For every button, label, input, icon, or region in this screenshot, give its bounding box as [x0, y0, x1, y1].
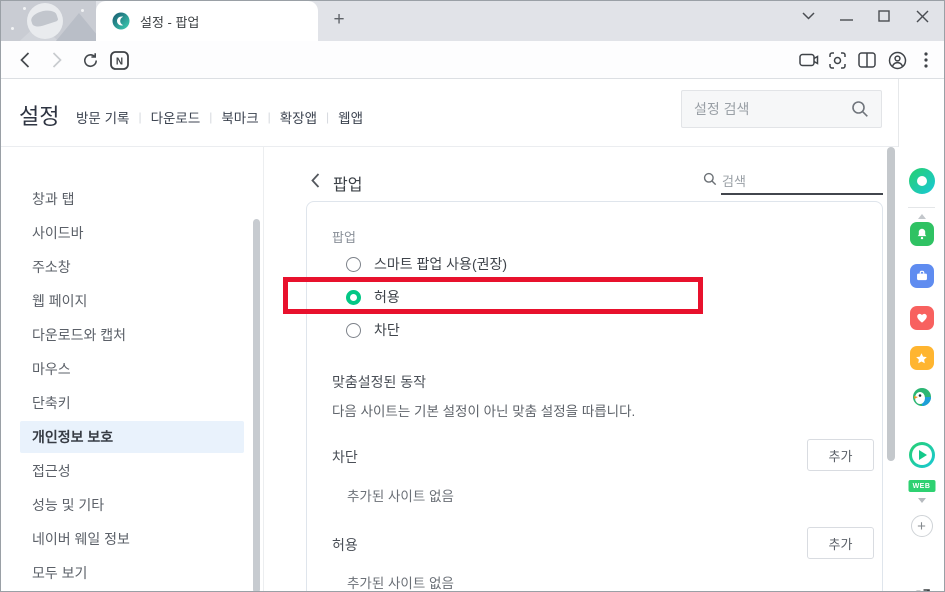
- page-title: 설정: [19, 99, 59, 131]
- whale-sidebar: WEB +: [898, 79, 944, 591]
- close-button[interactable]: [914, 8, 930, 24]
- sidebar-item-about[interactable]: 네이버 웨일 정보: [20, 523, 244, 555]
- whale-logo-icon: [112, 12, 130, 30]
- sidebar-item-addressbar[interactable]: 주소창: [20, 251, 244, 283]
- settings-body: 창과 탭 사이드바 주소창 웹 페이지 다운로드와 캡처 마우스 단축키 개인정…: [1, 147, 900, 591]
- content-scrollbar-thumb[interactable]: [887, 147, 895, 461]
- block-group-label: 차단: [332, 447, 358, 467]
- whale-logo-ring-icon[interactable]: [909, 168, 935, 194]
- web-badge-icon[interactable]: WEB: [908, 480, 935, 492]
- block-empty-text: 추가된 사이트 없음: [347, 485, 454, 505]
- radio-icon[interactable]: [346, 323, 361, 338]
- radio-option-block[interactable]: 차단: [346, 320, 400, 340]
- browser-tab[interactable]: 설정 - 팝업: [96, 1, 318, 41]
- capture-icon[interactable]: [825, 41, 849, 79]
- nav-history[interactable]: 방문 기록: [76, 107, 129, 127]
- browser-toolbar: N whale://settings/content/popups 설정 - 팝…: [1, 41, 944, 79]
- divider: |: [209, 110, 212, 124]
- profile-icon[interactable]: [885, 41, 909, 79]
- chevron-down-icon[interactable]: [800, 8, 816, 24]
- briefcase-icon[interactable]: [910, 264, 934, 288]
- content-search-input[interactable]: 검색: [722, 171, 746, 190]
- sidebar-item-view-all[interactable]: 모두 보기: [20, 557, 244, 589]
- new-tab-button[interactable]: +: [326, 7, 352, 33]
- web-badge-label: WEB: [908, 480, 935, 492]
- radio-label: 허용: [374, 287, 400, 307]
- allow-group-label: 허용: [332, 535, 358, 555]
- add-allowed-site-button[interactable]: 추가: [807, 527, 874, 559]
- sidebar-scrollbar-thumb[interactable]: [253, 219, 260, 592]
- settings-nav: 방문 기록 | 다운로드 | 북마크 | 확장앱 | 웹앱: [76, 107, 363, 127]
- naver-letter: N: [115, 56, 122, 67]
- back-button[interactable]: [15, 41, 35, 79]
- sidebar-item-webpage[interactable]: 웹 페이지: [20, 285, 244, 317]
- play-circle-icon[interactable]: [909, 442, 935, 468]
- sidebar-item-windows-tabs[interactable]: 창과 탭: [20, 183, 244, 215]
- open-external-icon[interactable]: [912, 587, 932, 592]
- custom-actions-title: 맞춤설정된 동작: [332, 372, 426, 392]
- star-dot: [81, 9, 84, 12]
- settings-search-placeholder: 설정 검색: [694, 99, 851, 119]
- reload-button[interactable]: [79, 41, 101, 79]
- radio-label: 차단: [374, 320, 400, 340]
- split-screen-icon[interactable]: [855, 41, 879, 79]
- settings-sidebar: 창과 탭 사이드바 주소창 웹 페이지 다운로드와 캡처 마우스 단축키 개인정…: [1, 147, 264, 591]
- browser-window: 설정 - 팝업 + N: [0, 0, 945, 592]
- content-title: 팝업: [333, 171, 362, 195]
- theme-artwork: [1, 1, 96, 41]
- radio-option-smart-popup[interactable]: 스마트 팝업 사용(권장): [346, 254, 507, 274]
- window-controls: [800, 1, 938, 31]
- search-underline: [721, 193, 883, 195]
- bell-icon[interactable]: [910, 222, 934, 246]
- sidebar-item-privacy[interactable]: 개인정보 보호: [20, 421, 244, 453]
- radio-icon[interactable]: [346, 257, 361, 272]
- tab-title: 설정 - 팝업: [140, 12, 199, 31]
- nav-extensions[interactable]: 확장앱: [280, 107, 317, 127]
- minimize-button[interactable]: [838, 8, 854, 24]
- popup-section-label: 팝업: [332, 227, 356, 246]
- heart-icon[interactable]: [910, 306, 934, 330]
- custom-actions-description: 다음 사이트는 기본 설정이 아닌 맞춤 설정을 따릅니다.: [332, 400, 635, 420]
- star-dot: [23, 7, 26, 10]
- divider: [908, 207, 935, 208]
- sidebar-item-downloads[interactable]: 다운로드와 캡처: [20, 319, 244, 351]
- sidebar-item-mouse[interactable]: 마우스: [20, 353, 244, 385]
- sidebar-item-accessibility[interactable]: 접근성: [20, 455, 244, 487]
- scroll-up-icon[interactable]: [918, 214, 926, 219]
- title-bar: 설정 - 팝업 +: [1, 1, 944, 41]
- nav-bookmarks[interactable]: 북마크: [221, 107, 258, 127]
- collapse-icon[interactable]: [918, 498, 926, 503]
- divider: |: [138, 110, 141, 124]
- maximize-button[interactable]: [876, 8, 892, 24]
- content-search-icon: [703, 172, 717, 186]
- popup-settings-content: 팝업 검색 팝업 스마트 팝업 사용(권장) 허용 차단: [265, 147, 900, 591]
- divider: |: [268, 110, 271, 124]
- star-icon[interactable]: [910, 346, 934, 370]
- search-icon: [851, 100, 869, 118]
- video-icon[interactable]: [797, 41, 821, 79]
- nav-webapps[interactable]: 웹앱: [338, 107, 363, 127]
- allow-empty-text: 추가된 사이트 없음: [347, 572, 454, 592]
- popup-settings-card: 팝업 스마트 팝업 사용(권장) 허용 차단 맞춤설정된 동작 다음 사이트는 …: [306, 201, 883, 592]
- radio-label: 스마트 팝업 사용(권장): [374, 254, 507, 274]
- star-dot: [11, 27, 14, 30]
- radio-option-allow[interactable]: 허용: [346, 287, 400, 307]
- radio-selected-icon[interactable]: [346, 290, 361, 305]
- back-chevron-icon[interactable]: [311, 173, 320, 188]
- settings-search-input[interactable]: 설정 검색: [681, 90, 882, 128]
- parrot-icon[interactable]: [911, 386, 933, 408]
- sidebar-item-shortcuts[interactable]: 단축키: [20, 387, 244, 419]
- forward-button[interactable]: [47, 41, 67, 79]
- sidebar-item-sidebar[interactable]: 사이드바: [20, 217, 244, 249]
- nav-downloads[interactable]: 다운로드: [151, 107, 201, 127]
- settings-header: 설정 방문 기록 | 다운로드 | 북마크 | 확장앱 | 웹앱 설정 검색: [1, 79, 900, 147]
- more-menu-icon[interactable]: [916, 41, 936, 79]
- naver-icon[interactable]: N: [107, 41, 131, 79]
- sidebar-item-performance[interactable]: 성능 및 기타: [20, 489, 244, 521]
- divider: |: [326, 110, 329, 124]
- add-blocked-site-button[interactable]: 추가: [807, 439, 874, 471]
- add-sidebar-item-icon[interactable]: +: [911, 515, 933, 537]
